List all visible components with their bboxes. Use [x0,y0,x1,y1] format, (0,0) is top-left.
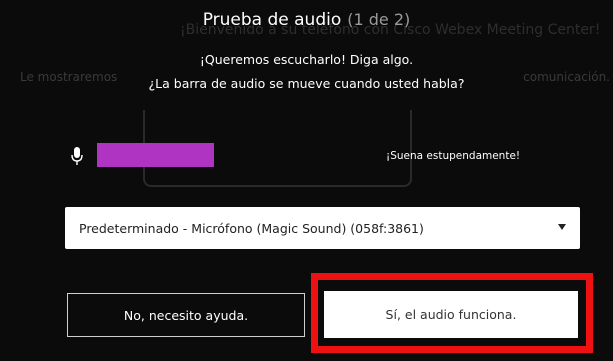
audio-level-bar [97,143,214,167]
audio-works-button[interactable]: Sí, el audio funciona. [324,291,578,338]
title-text: Prueba de audio [202,10,342,30]
microphone-icon [71,147,83,165]
need-help-button[interactable]: No, necesito ayuda. [67,293,305,337]
step-counter: (1 de 2) [347,10,411,29]
microphone-select-value: Predeterminado - Micrófono (Magic Sound)… [79,220,424,236]
chevron-down-icon [558,224,566,230]
audio-question: ¿La barra de audio se mueve cuando usted… [148,76,465,91]
speak-prompt: ¡Queremos escucharlo! Diga algo. [199,52,414,67]
dialog-title: Prueba de audio (1 de 2) [0,10,613,30]
microphone-select[interactable]: Predeterminado - Micrófono (Magic Sound)… [65,207,580,249]
audio-level-status: ¡Suena estupendamente! [386,150,521,162]
